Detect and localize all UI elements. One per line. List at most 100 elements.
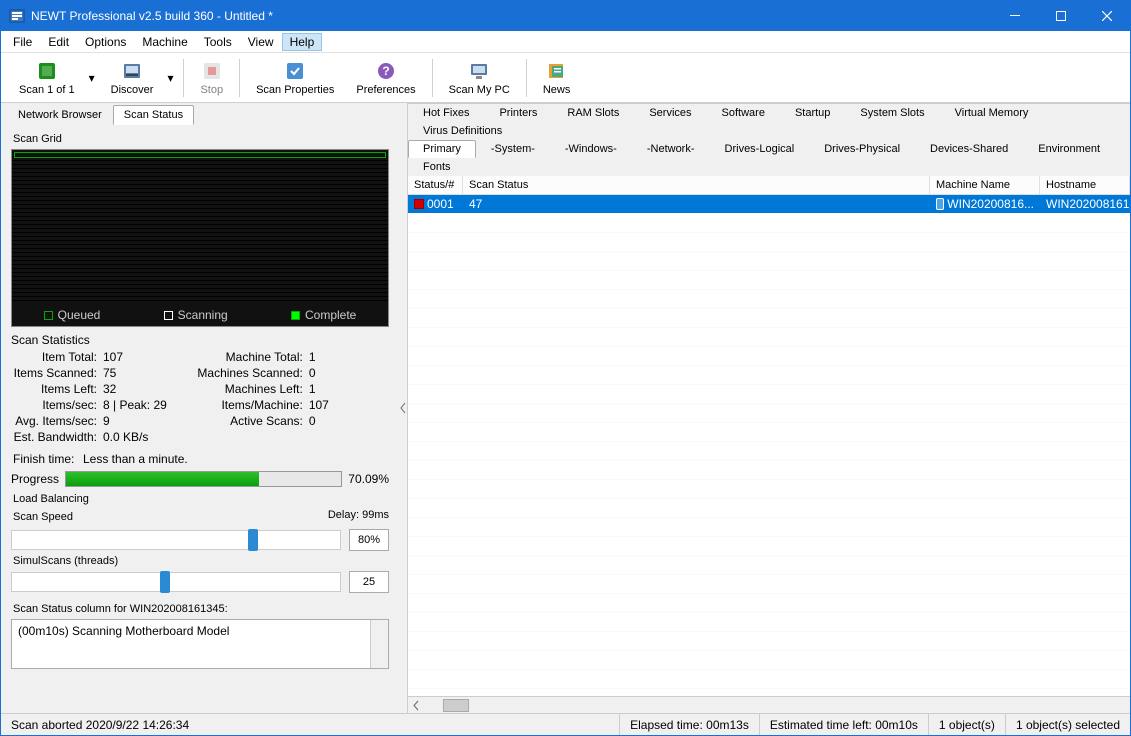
app-icon	[9, 8, 25, 24]
tab-software[interactable]: Software	[707, 104, 780, 122]
queued-indicator	[14, 152, 386, 158]
scan-grid-canvas	[12, 150, 388, 304]
discover-dropdown[interactable]: ▾	[163, 55, 177, 101]
scan-grid-label: Scan Grid	[13, 133, 389, 145]
tab-scan-status[interactable]: Scan Status	[113, 105, 194, 125]
menu-tools[interactable]: Tools	[196, 33, 240, 51]
right-tabs-bottom: Primary -System- -Windows- -Network- Dri…	[408, 140, 1130, 176]
progress-label: Progress	[11, 472, 59, 486]
tab-devices-shared[interactable]: Devices-Shared	[915, 140, 1023, 158]
tab-system-slots[interactable]: System Slots	[845, 104, 939, 122]
pc-icon	[468, 60, 490, 82]
scan-speed-slider[interactable]	[11, 530, 341, 550]
stop-icon	[201, 60, 223, 82]
scan-properties-button[interactable]: Scan Properties	[246, 55, 344, 101]
tab-virus-definitions[interactable]: Virus Definitions	[408, 122, 517, 140]
legend-queued: Queued	[44, 308, 101, 322]
avg-items-sec: 9	[101, 414, 110, 428]
app-window: NEWT Professional v2.5 build 360 - Untit…	[0, 0, 1131, 736]
tab-windows[interactable]: -Windows-	[550, 140, 632, 158]
horizontal-scrollbar[interactable]	[408, 696, 1130, 713]
machine-icon	[936, 198, 944, 210]
tab-virtual-memory[interactable]: Virtual Memory	[940, 104, 1044, 122]
item-total: 107	[101, 350, 123, 364]
status-elapsed: Elapsed time: 00m13s	[620, 714, 760, 735]
items-machine: 107	[307, 398, 329, 412]
machines-left: 1	[307, 382, 316, 396]
load-balancing-label: Load Balancing	[13, 493, 389, 505]
maximize-button[interactable]	[1038, 1, 1084, 31]
left-pane: Network Browser Scan Status Scan Grid Qu…	[1, 103, 399, 713]
preferences-button[interactable]: ? Preferences	[346, 55, 425, 101]
close-button[interactable]	[1084, 1, 1130, 31]
menu-help[interactable]: Help	[282, 33, 323, 51]
splitter[interactable]	[399, 103, 407, 713]
delay-label: Delay: 99ms	[328, 509, 389, 527]
scan-icon	[36, 60, 58, 82]
scan-grid: Queued Scanning Complete	[11, 149, 389, 327]
menu-options[interactable]: Options	[77, 33, 134, 51]
grid-body[interactable]: 0001 47 WIN20200816... WIN20200816134	[408, 195, 1130, 696]
tab-ram-slots[interactable]: RAM Slots	[552, 104, 634, 122]
stop-button[interactable]: Stop	[190, 55, 233, 101]
tab-services[interactable]: Services	[634, 104, 706, 122]
tab-drives-logical[interactable]: Drives-Logical	[710, 140, 810, 158]
legend-complete: Complete	[291, 308, 356, 322]
simulscans-label: SimulScans (threads)	[13, 555, 389, 567]
scan-statistics: Scan Statistics Item Total:107 Items Sca…	[11, 333, 389, 467]
progress-percent: 70.09%	[348, 472, 389, 486]
legend-scanning: Scanning	[164, 308, 228, 322]
scan-my-pc-button[interactable]: Scan My PC	[439, 55, 520, 101]
left-tabs: Network Browser Scan Status	[1, 103, 399, 125]
scrollbar-thumb[interactable]	[443, 699, 469, 712]
tab-printers[interactable]: Printers	[484, 104, 552, 122]
col-scan-status[interactable]: Scan Status	[463, 176, 930, 194]
scroll-left-icon[interactable]	[408, 697, 425, 714]
menu-machine[interactable]: Machine	[134, 33, 195, 51]
scan-grid-legend: Queued Scanning Complete	[12, 304, 388, 326]
tab-primary[interactable]: Primary	[408, 140, 476, 158]
items-sec: 8 | Peak: 29	[101, 398, 167, 412]
status-swatch-icon	[414, 199, 424, 209]
tab-system[interactable]: -System-	[476, 140, 550, 158]
menu-view[interactable]: View	[240, 33, 282, 51]
toolbar-separator	[183, 59, 184, 97]
status-selected: 1 object(s) selected	[1006, 714, 1130, 735]
tab-fonts[interactable]: Fonts	[408, 158, 466, 176]
menu-edit[interactable]: Edit	[40, 33, 77, 51]
toolbar: Scan 1 of 1 ▾ Discover ▾ Stop Scan Prope…	[1, 53, 1130, 103]
scan-button[interactable]: Scan 1 of 1	[9, 55, 85, 101]
simulscans-slider[interactable]	[11, 572, 341, 592]
tab-hot-fixes[interactable]: Hot Fixes	[408, 104, 484, 122]
scan-dropdown[interactable]: ▾	[85, 55, 99, 101]
cell-scan: 47	[463, 197, 930, 211]
cell-status: 0001	[408, 197, 463, 211]
toolbar-separator	[432, 59, 433, 97]
cell-hostname: WIN20200816134	[1040, 197, 1130, 211]
scan-status-box: (00m10s) Scanning Motherboard Model	[11, 619, 389, 669]
window-title: NEWT Professional v2.5 build 360 - Untit…	[31, 9, 992, 23]
grid-header: Status/# Scan Status Machine Name Hostna…	[408, 176, 1130, 195]
discover-button[interactable]: Discover	[101, 55, 164, 101]
titlebar[interactable]: NEWT Professional v2.5 build 360 - Untit…	[1, 1, 1130, 31]
col-machine-name[interactable]: Machine Name	[930, 176, 1040, 194]
tab-drives-physical[interactable]: Drives-Physical	[809, 140, 915, 158]
right-tabs-top: Hot Fixes Printers RAM Slots Services So…	[408, 104, 1130, 140]
toolbar-separator	[526, 59, 527, 97]
menu-file[interactable]: File	[5, 33, 40, 51]
progress-bar	[65, 471, 342, 487]
col-status[interactable]: Status/#	[408, 176, 463, 194]
minimize-button[interactable]	[992, 1, 1038, 31]
tab-startup[interactable]: Startup	[780, 104, 845, 122]
tab-network[interactable]: -Network-	[632, 140, 710, 158]
news-button[interactable]: News	[533, 55, 581, 101]
tab-environment[interactable]: Environment	[1023, 140, 1115, 158]
properties-icon	[284, 60, 306, 82]
col-hostname[interactable]: Hostname	[1040, 176, 1130, 194]
table-row[interactable]: 0001 47 WIN20200816... WIN20200816134	[408, 195, 1130, 213]
finish-time: Less than a minute.	[81, 452, 188, 466]
discover-icon	[121, 60, 143, 82]
tab-network-browser[interactable]: Network Browser	[7, 105, 113, 125]
simulscans-value: 25	[349, 571, 389, 593]
cell-machine-name: WIN20200816...	[930, 197, 1040, 211]
